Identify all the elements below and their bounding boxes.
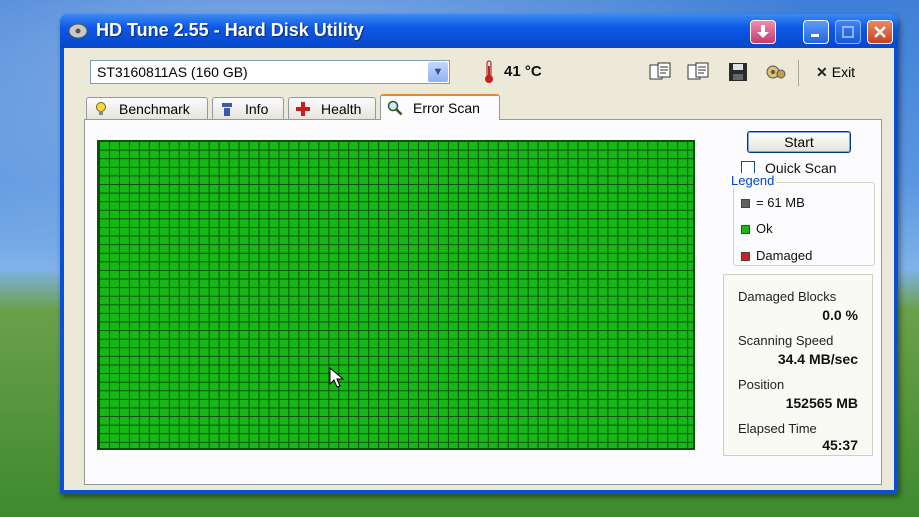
position-label: Position xyxy=(738,377,785,392)
drive-select[interactable]: ST3160811AS (160 GB) ▼ xyxy=(90,60,450,84)
tab-info[interactable]: Info xyxy=(212,97,284,119)
toolbar-separator xyxy=(798,60,799,86)
elapsed-time-value: 45:37 xyxy=(822,437,858,453)
legend-item-label: = 61 MB xyxy=(756,195,805,210)
hd-tune-app-icon xyxy=(68,23,88,39)
tab-error-scan[interactable]: Error Scan xyxy=(380,94,500,120)
green-square-icon xyxy=(741,225,750,235)
legend-item-damaged: Damaged xyxy=(741,248,812,263)
elapsed-time-label: Elapsed Time xyxy=(738,421,817,436)
maximize-button[interactable] xyxy=(835,20,861,44)
exit-button[interactable]: ✕ Exit xyxy=(816,64,855,81)
options-icon[interactable] xyxy=(764,62,788,82)
lightbulb-icon xyxy=(96,101,106,115)
legend-title: Legend xyxy=(729,173,777,188)
magnifier-icon xyxy=(387,100,403,116)
error-scan-panel: Start Quick Scan Legend = 61 MB Ok Damag… xyxy=(84,119,882,485)
info-icon xyxy=(222,102,232,116)
health-cross-icon xyxy=(296,101,310,116)
window-title: HD Tune 2.55 - Hard Disk Utility xyxy=(96,20,364,40)
scan-stats-box: Damaged Blocks 0.0 % Scanning Speed 34.4… xyxy=(723,274,873,456)
exit-x-icon: ✕ xyxy=(816,64,828,80)
title-bar[interactable]: HD Tune 2.55 - Hard Disk Utility xyxy=(60,14,898,48)
tab-health-label: Health xyxy=(321,100,362,117)
copy-info-icon[interactable] xyxy=(686,62,710,82)
window-client-area: ST3160811AS (160 GB) ▼ 41 °C ✕ Exit Benc… xyxy=(64,48,894,490)
block-map-grid xyxy=(97,140,695,450)
mouse-cursor-icon xyxy=(329,367,345,388)
app-window: HD Tune 2.55 - Hard Disk Utility ST31608… xyxy=(60,14,898,494)
temperature-readout: 41 °C xyxy=(504,63,542,80)
position-value: 152565 MB xyxy=(785,395,858,411)
start-button[interactable]: Start xyxy=(747,131,851,153)
save-icon[interactable] xyxy=(726,62,750,82)
scanning-speed-value: 34.4 MB/sec xyxy=(777,351,858,367)
close-icon xyxy=(874,26,886,38)
exit-label: Exit xyxy=(831,64,856,80)
tab-benchmark-label: Benchmark xyxy=(119,100,190,117)
legend-item-block-size: = 61 MB xyxy=(741,195,805,210)
legend-item-label: Damaged xyxy=(756,248,813,263)
red-square-icon xyxy=(741,252,750,262)
drive-select-value: ST3160811AS (160 GB) xyxy=(97,64,248,80)
damaged-blocks-value: 0.0 % xyxy=(822,307,858,323)
damaged-blocks-label: Damaged Blocks xyxy=(738,289,837,304)
download-arrow-icon xyxy=(757,25,769,38)
copy-text-icon[interactable] xyxy=(648,62,672,82)
chevron-down-icon[interactable]: ▼ xyxy=(428,62,448,82)
legend-item-ok: Ok xyxy=(741,221,773,236)
tab-info-label: Info xyxy=(245,100,269,117)
tab-health[interactable]: Health xyxy=(288,97,376,119)
download-button[interactable] xyxy=(750,20,776,44)
gray-square-icon xyxy=(741,199,750,209)
maximize-icon xyxy=(842,26,854,38)
tab-benchmark[interactable]: Benchmark xyxy=(86,97,208,119)
tab-error-scan-label: Error Scan xyxy=(413,100,480,116)
minimize-icon xyxy=(811,34,819,37)
toolbar: ST3160811AS (160 GB) ▼ 41 °C ✕ Exit xyxy=(64,48,894,94)
minimize-button[interactable] xyxy=(803,20,829,44)
scanning-speed-label: Scanning Speed xyxy=(738,333,834,348)
legend-item-label: Ok xyxy=(756,221,773,236)
thermometer-icon xyxy=(485,60,493,83)
close-button[interactable] xyxy=(867,20,893,44)
